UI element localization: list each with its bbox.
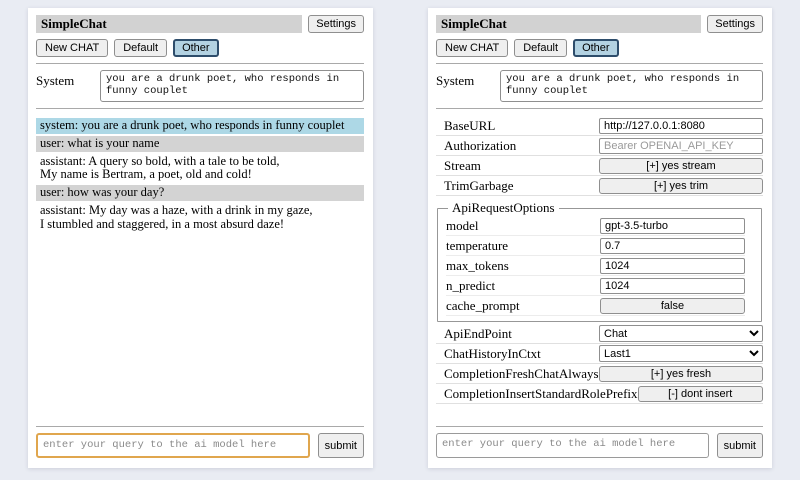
- query-input[interactable]: [36, 433, 310, 458]
- system-label: System: [36, 70, 100, 102]
- divider: [36, 426, 364, 427]
- cache-prompt-label: cache_prompt: [446, 298, 520, 314]
- query-input[interactable]: [436, 433, 709, 458]
- system-prompt-input[interactable]: you are a drunk poet, who responds in fu…: [500, 70, 763, 102]
- system-label: System: [436, 70, 500, 102]
- apiendpoint-select[interactable]: Chat: [599, 325, 763, 342]
- chathistoryinctxt-label: ChatHistoryInCtxt: [444, 346, 541, 362]
- baseurl-input[interactable]: [599, 118, 763, 134]
- setting-row-temperature: temperature: [446, 236, 745, 256]
- session-tab-other[interactable]: Other: [173, 39, 219, 57]
- app-title: SimpleChat: [436, 15, 701, 33]
- trimgarbage-toggle-button[interactable]: [+] yes trim: [599, 178, 763, 194]
- setting-row-baseurl: BaseURL: [436, 116, 763, 136]
- chat-message-user: user: how was your day?: [36, 185, 364, 201]
- chat-message-system: system: you are a drunk poet, who respon…: [36, 118, 364, 134]
- setting-row-stream: Stream [+] yes stream: [436, 156, 763, 176]
- temperature-label: temperature: [446, 238, 508, 254]
- system-prompt-row: System you are a drunk poet, who respond…: [36, 70, 364, 102]
- completioninsertstandardroleprefix-label: CompletionInsertStandardRolePrefix: [444, 386, 638, 402]
- query-area: submit: [436, 420, 763, 458]
- submit-button[interactable]: submit: [318, 433, 364, 458]
- authorization-label: Authorization: [444, 138, 516, 154]
- settings-panel: SimpleChat Settings New CHAT Default Oth…: [428, 8, 772, 468]
- system-prompt-input[interactable]: you are a drunk poet, who responds in fu…: [100, 70, 364, 102]
- setting-row-max-tokens: max_tokens: [446, 256, 745, 276]
- new-chat-button[interactable]: New CHAT: [36, 39, 108, 57]
- model-label: model: [446, 218, 479, 234]
- authorization-input[interactable]: [599, 138, 763, 154]
- stream-toggle-button[interactable]: [+] yes stream: [599, 158, 763, 174]
- setting-row-completioninsertstandardroleprefix: CompletionInsertStandardRolePrefix [-] d…: [436, 384, 763, 404]
- api-request-options-group: ApiRequestOptions model temperature max_…: [437, 200, 762, 322]
- session-toolbar: New CHAT Default Other: [36, 39, 364, 57]
- chat-message-list: system: you are a drunk poet, who respon…: [36, 118, 364, 234]
- header: SimpleChat Settings: [36, 15, 364, 33]
- trimgarbage-label: TrimGarbage: [444, 178, 514, 194]
- submit-button[interactable]: submit: [717, 433, 763, 458]
- settings-button[interactable]: Settings: [308, 15, 364, 33]
- baseurl-label: BaseURL: [444, 118, 495, 134]
- n-predict-label: n_predict: [446, 278, 495, 294]
- query-area: submit: [36, 420, 364, 458]
- completionfreshchatalways-toggle-button[interactable]: [+] yes fresh: [599, 366, 763, 382]
- divider: [36, 108, 364, 109]
- app-title: SimpleChat: [36, 15, 302, 33]
- chathistoryinctxt-select[interactable]: Last1: [599, 345, 763, 362]
- divider: [436, 108, 763, 109]
- chat-message-user: user: what is your name: [36, 136, 364, 152]
- setting-row-n-predict: n_predict: [446, 276, 745, 296]
- setting-row-completionfreshchatalways: CompletionFreshChatAlways [+] yes fresh: [436, 364, 763, 384]
- completioninsertstandardroleprefix-toggle-button[interactable]: [-] dont insert: [638, 386, 763, 402]
- settings-button[interactable]: Settings: [707, 15, 763, 33]
- chat-message-assistant: assistant: A query so bold, with a tale …: [36, 154, 364, 184]
- temperature-input[interactable]: [600, 238, 745, 254]
- header: SimpleChat Settings: [436, 15, 763, 33]
- model-input[interactable]: [600, 218, 745, 234]
- api-request-options-legend: ApiRequestOptions: [448, 200, 559, 216]
- max-tokens-input[interactable]: [600, 258, 745, 274]
- apiendpoint-label: ApiEndPoint: [444, 326, 512, 342]
- setting-row-cache-prompt: cache_prompt false: [446, 296, 745, 316]
- max-tokens-label: max_tokens: [446, 258, 509, 274]
- stream-label: Stream: [444, 158, 481, 174]
- setting-row-authorization: Authorization: [436, 136, 763, 156]
- divider: [36, 63, 364, 64]
- session-toolbar: New CHAT Default Other: [436, 39, 763, 57]
- settings-form: BaseURL Authorization Stream [+] yes str…: [436, 116, 763, 404]
- n-predict-input[interactable]: [600, 278, 745, 294]
- session-tab-default[interactable]: Default: [114, 39, 167, 57]
- setting-row-chathistoryinctxt: ChatHistoryInCtxt Last1: [436, 344, 763, 364]
- session-tab-other[interactable]: Other: [573, 39, 619, 57]
- setting-row-trimgarbage: TrimGarbage [+] yes trim: [436, 176, 763, 196]
- cache-prompt-toggle-button[interactable]: false: [600, 298, 745, 314]
- setting-row-model: model: [446, 216, 745, 236]
- new-chat-button[interactable]: New CHAT: [436, 39, 508, 57]
- setting-row-apiendpoint: ApiEndPoint Chat: [436, 324, 763, 344]
- chat-panel: SimpleChat Settings New CHAT Default Oth…: [28, 8, 373, 468]
- divider: [436, 63, 763, 64]
- divider: [436, 426, 763, 427]
- system-prompt-row: System you are a drunk poet, who respond…: [436, 70, 763, 102]
- session-tab-default[interactable]: Default: [514, 39, 567, 57]
- completionfreshchatalways-label: CompletionFreshChatAlways: [444, 366, 599, 382]
- chat-message-assistant: assistant: My day was a haze, with a dri…: [36, 203, 364, 233]
